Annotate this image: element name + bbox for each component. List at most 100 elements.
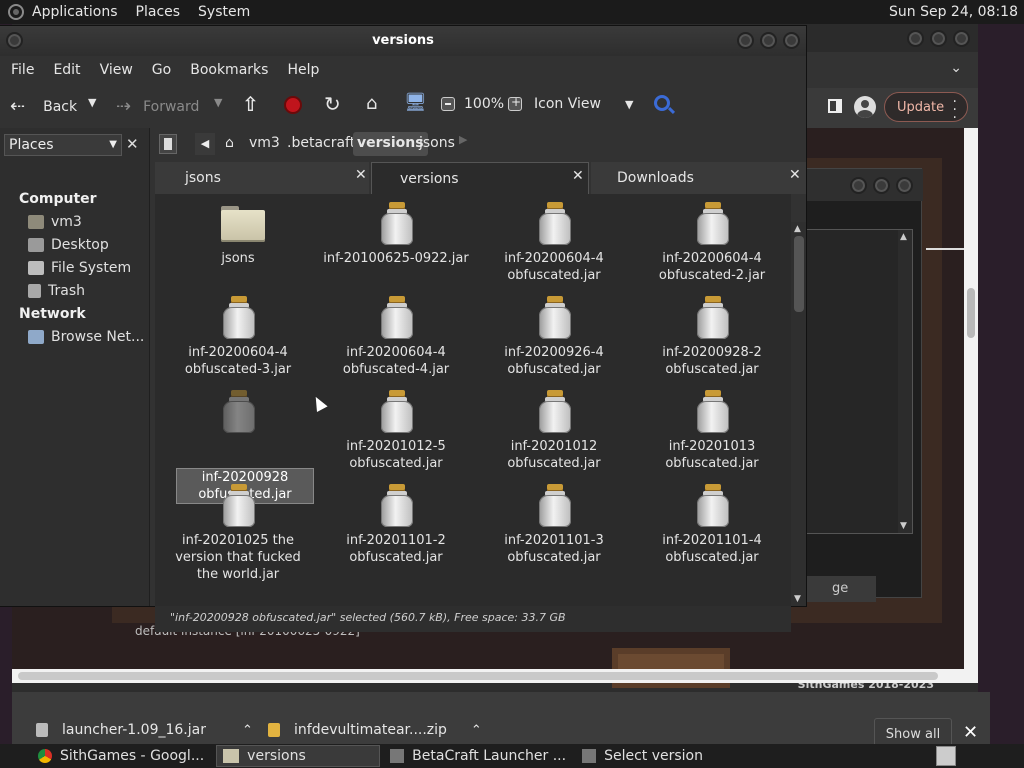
stop-button[interactable]	[284, 96, 302, 114]
page-horizontal-scrollbar[interactable]	[12, 669, 978, 683]
forward-history-chevron-icon[interactable]: ▼	[214, 96, 222, 109]
launcher-button-label: ge	[832, 581, 849, 596]
chevron-up-icon[interactable]: ⌃	[471, 723, 482, 738]
menu-bookmarks[interactable]: Bookmarks	[190, 62, 268, 78]
scrollbar-thumb[interactable]	[794, 236, 804, 312]
path-segment[interactable]: vm3	[245, 132, 284, 156]
icon-view-scrollbar[interactable]: ▲ ▼	[791, 222, 806, 606]
scroll-down-icon[interactable]: ▼	[900, 521, 907, 531]
download-item[interactable]: infdevultimatear....zip ⌃	[268, 722, 482, 738]
menu-edit[interactable]: Edit	[53, 62, 80, 78]
close-icon[interactable]: ✕	[355, 167, 367, 183]
path-segment[interactable]: jsons	[415, 132, 459, 156]
computer-icon[interactable]: 🖥	[404, 92, 427, 113]
file-label: inf-20200604-4 obfuscated-4.jar	[342, 345, 450, 377]
trash-icon	[28, 284, 41, 298]
scrollbar-thumb[interactable]	[18, 672, 938, 680]
menu-places[interactable]: Places	[136, 4, 181, 20]
file-label: inf-20201025 the version that fucked the w…	[175, 533, 301, 582]
side-panel-icon[interactable]	[828, 99, 842, 113]
distro-logo-icon[interactable]	[8, 4, 24, 20]
sidebar-item-file-system[interactable]: File System	[28, 260, 131, 276]
sidebar-item-vm3[interactable]: vm3	[28, 214, 82, 230]
menu-file[interactable]: File	[11, 62, 34, 78]
minimize-icon[interactable]	[737, 32, 754, 49]
profile-avatar-icon[interactable]	[854, 96, 876, 118]
version-list-scrollbar[interactable]: ▲ ▼	[898, 230, 912, 533]
maximize-icon[interactable]	[873, 177, 890, 194]
tab-search-chevron-icon[interactable]: ⌄	[950, 60, 962, 76]
sidebar-item-label: vm3	[51, 214, 82, 230]
file-icon-view[interactable]: jsons inf-20100625-0922.jar inf-20200604…	[155, 194, 791, 606]
maximize-icon[interactable]	[930, 30, 947, 47]
zip-file-icon	[268, 723, 280, 737]
sidebar-item-desktop[interactable]: Desktop	[28, 237, 109, 253]
zoom-out-icon	[441, 97, 455, 111]
tab-versions[interactable]: versions ✕	[371, 162, 589, 194]
scroll-up-icon[interactable]: ▲	[794, 224, 801, 234]
menu-system[interactable]: System	[198, 4, 250, 20]
back-history-chevron-icon[interactable]: ▼	[88, 96, 96, 109]
sidebar-item-trash[interactable]: Trash	[28, 283, 85, 299]
close-icon[interactable]	[896, 177, 913, 194]
tab-jsons[interactable]: jsons ✕	[155, 162, 369, 194]
menu-go[interactable]: Go	[152, 62, 171, 78]
close-icon[interactable]	[783, 32, 800, 49]
scroll-down-icon[interactable]: ▼	[794, 594, 801, 604]
taskbar-item-versions[interactable]: versions	[216, 745, 381, 767]
scrollbar-thumb[interactable]	[967, 288, 975, 338]
launcher-button[interactable]: ge	[806, 576, 876, 602]
minimize-icon[interactable]	[850, 177, 867, 194]
forward-label: Forward	[143, 98, 200, 115]
menu-applications[interactable]: Applications	[32, 4, 118, 20]
zoom-in-button[interactable]	[508, 95, 522, 111]
menu-help[interactable]: Help	[287, 62, 319, 78]
file-label: inf-20200604-4 obfuscated.jar	[504, 251, 604, 283]
path-scroll-left-icon[interactable]: ◀	[195, 133, 215, 155]
back-button[interactable]: ⇠ Back	[10, 96, 77, 117]
file-label: inf-20201013 obfuscated.jar	[665, 439, 759, 471]
close-icon[interactable]	[953, 30, 970, 47]
taskbar-label: SithGames - Googl...	[60, 748, 205, 764]
update-label: Update	[897, 99, 945, 115]
close-icon[interactable]: ✕	[789, 167, 801, 183]
path-scroll-right-icon[interactable]: ▶	[459, 133, 467, 146]
home-icon[interactable]: ⌂	[366, 93, 377, 114]
path-segment[interactable]: .betacraft	[283, 132, 359, 156]
taskbar-label: Select version	[604, 748, 703, 764]
up-arrow-icon[interactable]: ⇧	[242, 92, 259, 116]
chevron-up-icon[interactable]: ⌃	[242, 723, 253, 738]
update-button[interactable]: Update · · ·	[884, 92, 968, 125]
download-item[interactable]: launcher-1.09_16.jar ⌃	[36, 722, 253, 738]
page-vertical-scrollbar[interactable]	[964, 128, 978, 673]
sidebar-selector[interactable]: Places ▼	[4, 134, 122, 156]
maximize-icon[interactable]	[760, 32, 777, 49]
clock[interactable]: Sun Sep 24, 08:18	[889, 4, 1018, 20]
file-label: inf-20201101-2 obfuscated.jar	[346, 533, 446, 565]
sidebar-item-browse-network[interactable]: Browse Net...	[28, 329, 144, 345]
scroll-up-icon[interactable]: ▲	[900, 232, 907, 242]
search-button[interactable]	[654, 95, 670, 111]
menu-view[interactable]: View	[100, 62, 133, 78]
sidebar-item-label: Desktop	[51, 237, 109, 253]
fm-titlebar[interactable]: versions	[0, 26, 806, 56]
taskbar-item-select-version[interactable]: Select version	[576, 745, 709, 767]
taskbar-item-browser[interactable]: SithGames - Googl...	[32, 745, 210, 767]
network-icon	[28, 330, 44, 344]
show-desktop-icon[interactable]	[936, 746, 956, 766]
view-mode-select[interactable]: Icon View ▼	[534, 96, 633, 112]
more-menu-icon[interactable]: · · ·	[953, 95, 957, 125]
minimize-icon[interactable]	[907, 30, 924, 47]
reload-icon[interactable]: ↻	[324, 92, 341, 116]
edit-location-icon[interactable]	[159, 134, 177, 154]
close-icon[interactable]: ✕	[963, 722, 978, 743]
close-icon[interactable]: ✕	[126, 135, 139, 153]
sidebar-item-label: Browse Net...	[51, 329, 145, 345]
zoom-out-button[interactable]	[441, 97, 455, 111]
version-list[interactable]: ▲ ▼	[793, 229, 913, 534]
forward-button[interactable]: ⇢ Forward	[116, 96, 199, 117]
taskbar-item-betacraft[interactable]: BetaCraft Launcher ...	[384, 745, 572, 767]
java-icon	[390, 749, 405, 763]
tab-downloads[interactable]: Downloads ✕	[591, 162, 806, 194]
close-icon[interactable]: ✕	[572, 168, 584, 184]
